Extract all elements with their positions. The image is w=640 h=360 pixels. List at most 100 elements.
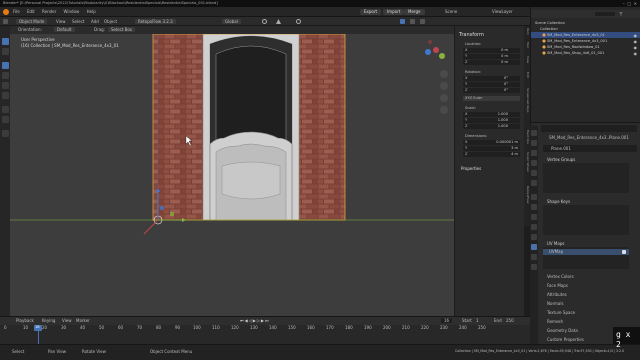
start-frame-field[interactable]: 1 <box>476 318 479 323</box>
playback-controls[interactable]: ⏮◀◁▶▷▶⏭ <box>240 318 270 323</box>
pivot-icon[interactable] <box>262 19 267 24</box>
particles-props-icon[interactable] <box>531 214 537 220</box>
physics-props-icon[interactable] <box>531 224 537 230</box>
render-props-icon[interactable] <box>531 140 537 146</box>
current-frame-field[interactable]: 16 <box>441 318 453 323</box>
mode-selector[interactable]: Object Mode <box>16 19 48 24</box>
menu-window[interactable]: Window <box>64 9 80 14</box>
uv-map-row[interactable]: UVMap <box>543 249 629 255</box>
mesh-datablock-field[interactable]: Plane.001 <box>543 145 637 152</box>
material-props-icon[interactable] <box>531 254 537 260</box>
rotation-y-field[interactable]: Y 0° <box>463 82 520 87</box>
rotation-mode-selector[interactable]: XYZ Euler <box>463 96 520 101</box>
visibility-eye-icon[interactable]: ◉ <box>634 51 638 57</box>
section-normals[interactable]: Normals <box>547 301 564 306</box>
mesh-data-props-icon[interactable] <box>531 244 537 250</box>
export-button[interactable]: Export <box>360 9 382 15</box>
import-button[interactable]: Import <box>383 9 405 15</box>
properties-panel-toggle[interactable]: Properties <box>461 166 481 171</box>
editor-type-icon[interactable] <box>3 19 8 24</box>
modifier-props-icon[interactable] <box>531 204 537 210</box>
section-remesh[interactable]: Remesh <box>547 319 563 324</box>
viewport-shading-material-icon[interactable] <box>410 19 415 24</box>
dimensions-z-field[interactable]: Z4 m <box>463 152 520 157</box>
menu-edit[interactable]: Edit <box>27 9 35 14</box>
rotate-tool-icon[interactable] <box>2 72 9 79</box>
menu-playback[interactable]: Playback <box>16 318 34 323</box>
transform-orientation-selector[interactable]: Global <box>222 19 241 24</box>
window-controls[interactable]: – □ ✕ <box>623 1 637 6</box>
scale-z-field[interactable]: Z 1.000 <box>463 124 520 129</box>
constraints-props-icon[interactable] <box>531 234 537 240</box>
section-attributes[interactable]: Attributes <box>547 292 567 297</box>
scale-y-field[interactable]: Y 1.000 <box>463 118 520 123</box>
proportional-edit-icon[interactable] <box>296 19 301 24</box>
viewport-shading-rendered-icon[interactable] <box>420 19 425 24</box>
scale-tool-icon[interactable] <box>2 82 9 89</box>
menu-file[interactable]: File <box>13 9 20 14</box>
end-frame-field[interactable]: 250 <box>506 318 514 323</box>
output-props-icon[interactable] <box>531 150 537 156</box>
rotation-z-field[interactable]: Z 0° <box>463 88 520 93</box>
orientation-selector[interactable]: Default <box>54 27 75 32</box>
location-y-field[interactable]: Y0 m <box>463 54 520 59</box>
scale-x-field[interactable]: X 1.000 <box>463 112 520 117</box>
move-tool-icon[interactable] <box>2 62 9 69</box>
vertex-groups-header[interactable]: Vertex Groups <box>547 157 575 162</box>
viewport-shading-solid-icon[interactable] <box>400 19 405 24</box>
menu-timeline-view[interactable]: View <box>62 318 72 323</box>
location-z-field[interactable]: Z0 m <box>463 60 520 65</box>
section-custom-properties[interactable]: Custom Properties <box>547 337 584 342</box>
annotate-tool-icon[interactable] <box>2 106 9 113</box>
drag-selector[interactable]: Select Box <box>108 27 136 32</box>
menu-keying[interactable]: Keying <box>42 318 55 323</box>
uv-maps-header[interactable]: UV Maps <box>547 241 564 246</box>
filter-icon[interactable] <box>619 12 623 16</box>
menu-object[interactable]: Object <box>104 19 117 24</box>
texture-props-icon[interactable] <box>531 264 537 270</box>
dimensions-label: Dimensions: <box>465 134 488 138</box>
dimensions-x-field[interactable]: X 0.000001 m <box>463 140 520 145</box>
shape-keys-header[interactable]: Shape Keys <box>547 199 570 204</box>
menu-add[interactable]: Add <box>91 19 99 24</box>
outliner-search-input[interactable] <box>595 12 615 16</box>
scene-selector[interactable]: Scene <box>445 9 457 14</box>
vertex-groups-list[interactable] <box>543 163 629 193</box>
blender-logo-icon[interactable] <box>3 9 9 15</box>
section-geometry-data[interactable]: Geometry Data <box>547 328 578 333</box>
menu-render[interactable]: Render <box>42 9 56 14</box>
section-vertex-colors[interactable]: Vertex Colors <box>547 274 574 279</box>
world-props-icon[interactable] <box>531 180 537 186</box>
view-layer-selector[interactable]: ViewLayer <box>492 9 513 14</box>
section-face-maps[interactable]: Face Maps <box>547 283 568 288</box>
measure-tool-icon[interactable] <box>2 116 9 123</box>
cursor-tool-icon[interactable] <box>2 48 9 55</box>
menu-marker[interactable]: Marker <box>76 318 90 323</box>
add-cube-tool-icon[interactable] <box>2 130 9 137</box>
outliner-item[interactable]: SM_Mod_Res_Shop_4x6_01_001 ◉ <box>531 50 640 56</box>
scene-props-icon[interactable] <box>531 170 537 176</box>
location-x-field[interactable]: X0 m <box>463 48 520 53</box>
dimensions-y-field[interactable]: Y3 m <box>463 146 520 151</box>
object-props-icon[interactable] <box>531 194 537 200</box>
tool-props-icon[interactable] <box>531 130 537 136</box>
view-layer-props-icon[interactable] <box>531 160 537 166</box>
transform-tool-icon[interactable] <box>2 92 9 99</box>
section-texture-space[interactable]: Texture Space <box>547 310 575 315</box>
menu-view[interactable]: View <box>56 19 66 24</box>
uv-maps-list[interactable]: UVMap <box>543 247 629 269</box>
merge-button[interactable]: Merge <box>404 9 425 15</box>
shape-keys-list[interactable] <box>543 205 629 235</box>
snap-icon[interactable] <box>276 19 281 24</box>
timeline-ruler[interactable]: 0 10 20 30 40 50 60 70 80 90 100 110 120… <box>0 325 530 331</box>
properties-search-input[interactable] <box>541 125 637 132</box>
3d-viewport[interactable]: User Perspective (16) Collection | SM_Mo… <box>10 34 454 316</box>
camera-icon[interactable] <box>622 250 626 254</box>
status-bar: Select Pan View Rotate View Object Conte… <box>0 344 640 360</box>
mesh-icon <box>542 51 546 55</box>
hint-object-context-menu: Object Context Menu <box>150 349 193 354</box>
rotation-x-field[interactable]: X 0° <box>463 76 520 81</box>
menu-select[interactable]: Select <box>72 19 84 24</box>
retopoflow-button[interactable]: RetopoFlow 3.2.3 <box>135 19 176 24</box>
select-box-tool-icon[interactable] <box>2 38 9 45</box>
